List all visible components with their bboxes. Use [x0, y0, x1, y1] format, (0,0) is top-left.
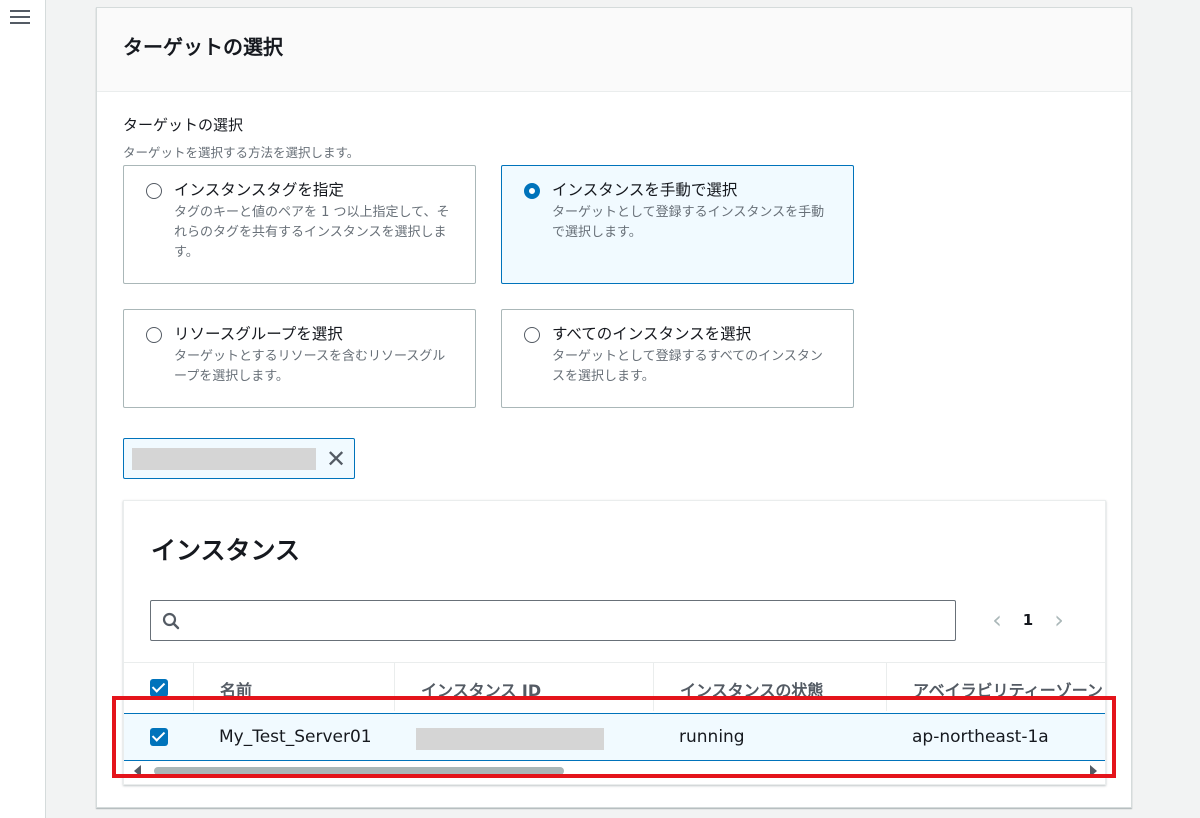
selected-instance-token: ✕ [123, 438, 355, 479]
option-tile-manual-instances[interactable]: インスタンスを手動で選択 ターゲットとして登録するインスタンスを手動で選択します… [501, 165, 854, 284]
scrollbar-thumb[interactable] [154, 767, 564, 775]
option-description: タグのキーと値のペアを 1 つ以上指定して、それらのタグを共有するインスタンスを… [174, 205, 450, 260]
table-header-row: 名前 インスタンス ID インスタンスの状態 アベイラビリティーゾーン [124, 662, 1105, 711]
column-header-instance-state[interactable]: インスタンスの状態 [653, 663, 886, 711]
panel-title: ターゲットの選択 [123, 35, 283, 59]
redacted-instance-id [416, 728, 604, 750]
instances-title: インスタンス [151, 536, 301, 565]
option-tile-all-instances[interactable]: すべてのインスタンスを選択 ターゲットとして登録するすべてのインスタンスを選択し… [501, 309, 854, 408]
redacted-token-value [132, 448, 316, 470]
select-all-checkbox[interactable] [150, 679, 168, 697]
close-icon[interactable]: ✕ [323, 445, 349, 473]
pagination: ‹ 1 › [986, 605, 1070, 635]
column-header-name[interactable]: 名前 [193, 663, 394, 711]
option-description: ターゲットとして登録するインスタンスを手動で選択します。 [552, 205, 825, 240]
scroll-left-arrow-icon[interactable] [134, 765, 141, 777]
table-row[interactable]: My_Test_Server01 running ap-northeast-1a [124, 713, 1105, 761]
radio-manual-instances[interactable] [524, 183, 540, 199]
option-title: リソースグループを選択 [174, 325, 343, 343]
row-checkbox[interactable] [150, 728, 168, 746]
radio-instance-tags[interactable] [146, 183, 162, 199]
cell-name: My_Test_Server01 [219, 727, 372, 747]
option-description: ターゲットとするリソースを含むリソースグループを選択します。 [174, 349, 446, 384]
option-tile-instance-tags[interactable]: インスタンスタグを指定 タグのキーと値のペアを 1 つ以上指定して、それらのタグ… [123, 165, 476, 284]
option-description: ターゲットとして登録するすべてのインスタンスを選択します。 [552, 349, 823, 384]
hamburger-menu-icon[interactable] [10, 10, 30, 24]
search-icon [162, 612, 180, 630]
target-selection-label: ターゲットの選択 [123, 116, 244, 134]
instances-search-box[interactable] [150, 600, 956, 641]
next-page-button[interactable]: › [1048, 607, 1070, 633]
option-title: すべてのインスタンスを選択 [552, 325, 752, 343]
radio-resource-group[interactable] [146, 327, 162, 343]
horizontal-scrollbar[interactable] [124, 763, 1105, 783]
cell-availability-zone: ap-northeast-1a [912, 727, 1049, 747]
option-title: インスタンスタグを指定 [174, 181, 344, 199]
radio-all-instances[interactable] [524, 327, 540, 343]
target-selection-panel: ターゲットの選択 ターゲットの選択 ターゲットを選択する方法を選択します。 イン… [96, 7, 1132, 808]
left-navigation-rail [0, 0, 46, 818]
instances-table-container: インスタンス ‹ 1 › 名前 インスタンス ID インスタンスの状態 アベイラ… [123, 500, 1106, 785]
search-input[interactable] [189, 605, 949, 636]
column-header-instance-id[interactable]: インスタンス ID [394, 663, 653, 711]
option-tile-resource-group[interactable]: リソースグループを選択 ターゲットとするリソースを含むリソースグループを選択しま… [123, 309, 476, 408]
target-selection-description: ターゲットを選択する方法を選択します。 [123, 145, 360, 160]
panel-header: ターゲットの選択 [97, 8, 1131, 92]
column-header-availability-zone[interactable]: アベイラビリティーゾーン [886, 663, 1105, 711]
scroll-right-arrow-icon[interactable] [1090, 765, 1097, 777]
previous-page-button[interactable]: ‹ [986, 607, 1008, 633]
page-number[interactable]: 1 [1008, 611, 1048, 629]
option-title: インスタンスを手動で選択 [552, 181, 738, 199]
cell-instance-state: running [679, 727, 745, 747]
